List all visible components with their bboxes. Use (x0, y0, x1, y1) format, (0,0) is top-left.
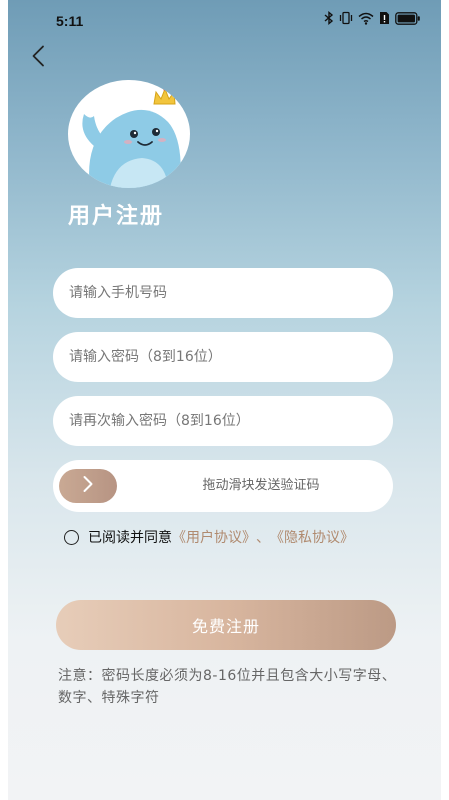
slider-handle[interactable] (59, 469, 117, 503)
chevron-left-icon (31, 45, 45, 71)
phone-input[interactable] (53, 268, 393, 318)
agreement-separator: 、 (256, 530, 270, 546)
status-time: 5:11 (56, 13, 84, 29)
back-button[interactable] (20, 40, 56, 76)
avatar (68, 80, 190, 188)
confirm-password-input[interactable] (53, 396, 393, 446)
page-title: 用户注册 (68, 204, 165, 229)
captcha-slider[interactable]: 拖动滑块发送验证码 (53, 460, 393, 512)
sim-alert-icon (379, 11, 390, 25)
slider-hint: 拖动滑块发送验证码 (202, 478, 320, 493)
user-agreement-link[interactable]: 《用户协议》 (172, 527, 256, 547)
status-bar: 5:11 (8, 0, 441, 38)
wifi-icon (358, 12, 374, 25)
bluetooth-icon (324, 11, 334, 25)
whale-mascot-icon (82, 87, 181, 188)
agreement-row: 已阅读并同意 《用户协议》 、 《隐私协议》 (64, 524, 354, 550)
agree-prefix: 已阅读并同意 (88, 530, 172, 546)
password-input[interactable] (53, 332, 393, 382)
agree-checkbox[interactable] (64, 529, 79, 545)
privacy-policy-link[interactable]: 《隐私协议》 (270, 527, 354, 547)
register-button[interactable]: 免费注册 (56, 600, 396, 650)
vibrate-icon (339, 11, 353, 25)
status-icons (324, 11, 421, 25)
battery-icon (395, 11, 421, 25)
chevron-right-icon (82, 475, 94, 497)
password-notice: 注意：密码长度必须为8-16位并且包含大小写字母、数字、特殊字符 (58, 668, 397, 706)
register-screen: 5:11 用户注册 请输入手机号码 拖动滑块发送验证码 已阅读并同意 《用户协议… (8, 0, 441, 800)
